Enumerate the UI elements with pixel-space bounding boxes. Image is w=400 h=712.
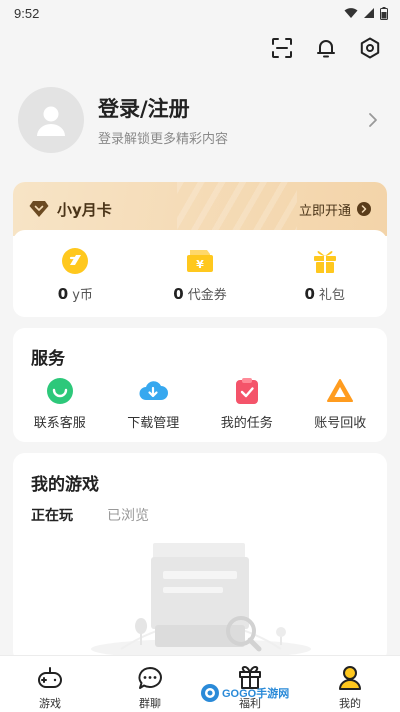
- tab-browsed[interactable]: 已浏览: [107, 505, 149, 525]
- chevron-right-icon[interactable]: [364, 108, 382, 132]
- task-icon: [232, 376, 262, 406]
- nav-games[interactable]: 游戏: [0, 656, 100, 712]
- tab-playing[interactable]: 正在玩: [31, 505, 73, 525]
- service-label: 联系客服: [33, 416, 86, 431]
- settings-gear-icon[interactable]: [358, 36, 382, 60]
- service-customer-support[interactable]: 联系客服: [13, 376, 107, 431]
- nav-group-chat[interactable]: 群聊: [100, 656, 200, 712]
- asset-y-coin[interactable]: 0 y币: [13, 230, 138, 317]
- profile-text: 登录/注册 登录解锁更多精彩内容: [98, 93, 364, 147]
- vip-title: 小y月卡: [57, 200, 112, 219]
- svg-text:¥: ¥: [196, 258, 204, 271]
- gamepad-icon: [36, 664, 64, 692]
- chat-icon: [136, 664, 164, 692]
- asset-value: 0: [173, 285, 184, 303]
- scan-icon[interactable]: [270, 36, 294, 60]
- voucher-icon: ¥: [185, 246, 215, 276]
- vip-open-label[interactable]: 立即开通: [299, 200, 351, 219]
- asset-value: 0: [57, 285, 69, 303]
- vip-left: 小y月卡: [29, 199, 112, 220]
- service-download-manager[interactable]: 下载管理: [107, 376, 201, 431]
- vip-open-link[interactable]: 立即开通: [299, 200, 371, 219]
- nav-mine[interactable]: 我的: [300, 656, 400, 712]
- gift-icon: [310, 246, 340, 276]
- status-icons: [344, 6, 388, 20]
- service-my-tasks[interactable]: 我的任务: [200, 376, 294, 431]
- watermark-logo: GOGO手游网: [200, 682, 289, 704]
- my-games-card: 我的游戏 正在玩 已浏览: [13, 453, 387, 663]
- y-coin-icon: [60, 246, 90, 276]
- battery-icon: [380, 6, 388, 20]
- status-time: 9:52: [14, 5, 40, 21]
- wifi-icon: [344, 8, 358, 18]
- login-subtitle: 登录解锁更多精彩内容: [98, 132, 229, 147]
- my-games-title: 我的游戏: [31, 475, 99, 495]
- vip-header[interactable]: 小y月卡 立即开通: [13, 182, 387, 236]
- services-title: 服务: [31, 349, 65, 369]
- arrow-right-circle-icon[interactable]: [357, 202, 371, 216]
- signal-icon: [364, 8, 374, 18]
- download-cloud-icon: [138, 376, 169, 406]
- top-actions: [270, 36, 382, 60]
- empty-state-illustration: [91, 543, 311, 657]
- asset-label: 代金券: [187, 288, 227, 303]
- user-icon: [336, 664, 364, 692]
- login-register-title[interactable]: 登录/注册: [98, 93, 364, 123]
- nav-label: 游戏: [39, 697, 61, 710]
- services-card: 服务 联系客服 下载管理 我的任务 账号回收: [13, 328, 387, 442]
- status-bar: 9:52: [0, 0, 400, 26]
- diamond-icon: [29, 201, 49, 217]
- nav-label: 群聊: [139, 697, 161, 710]
- customer-service-icon: [45, 376, 75, 406]
- asset-gift-pack[interactable]: 0 礼包: [262, 230, 387, 317]
- service-account-recycle[interactable]: 账号回收: [294, 376, 388, 431]
- asset-voucher[interactable]: ¥ 0 代金券: [138, 230, 263, 317]
- service-label: 下载管理: [127, 416, 180, 431]
- notification-bell-icon[interactable]: [314, 36, 338, 60]
- nav-label: 我的: [339, 697, 361, 710]
- game-tabs: 正在玩 已浏览: [31, 505, 149, 525]
- watermark-globe-icon: [201, 684, 219, 702]
- watermark-text: GOGO手游网: [222, 688, 290, 700]
- vip-assets: 0 y币 ¥ 0 代金券 0 礼包: [13, 230, 387, 317]
- avatar[interactable]: [18, 87, 84, 153]
- asset-value: 0: [304, 285, 315, 303]
- account-recycle-icon: [325, 376, 355, 406]
- service-label: 账号回收: [314, 416, 367, 431]
- default-avatar-icon: [37, 106, 65, 136]
- asset-label: y币: [72, 288, 93, 303]
- vip-monthly-card: 小y月卡 立即开通 0 y币 ¥ 0 代金券 0 礼包: [13, 182, 387, 317]
- services-row: 联系客服 下载管理 我的任务 账号回收: [13, 376, 387, 431]
- profile-login-row[interactable]: 登录/注册 登录解锁更多精彩内容: [18, 86, 382, 154]
- service-label: 我的任务: [220, 416, 273, 431]
- asset-label: 礼包: [318, 288, 345, 303]
